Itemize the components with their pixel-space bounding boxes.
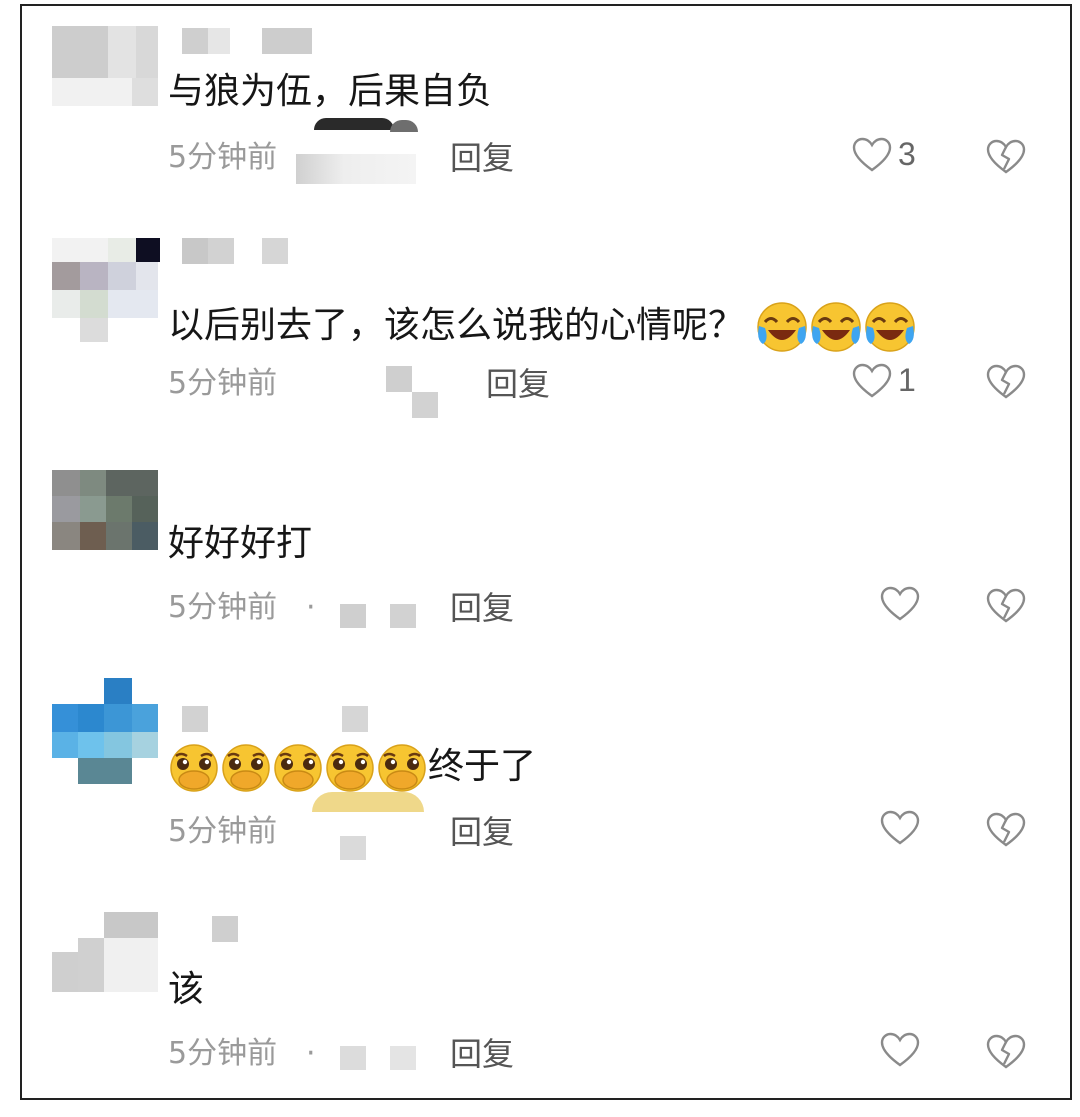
location-pixelated [386, 366, 412, 392]
broken-heart-icon [986, 1034, 1026, 1069]
like-button[interactable]: 3 [852, 136, 916, 173]
pleading-cover-mouth-emoji [222, 744, 270, 792]
comment-text: 终于了 [168, 742, 536, 794]
avatar[interactable] [52, 238, 160, 342]
like-button[interactable]: 1 [852, 362, 916, 399]
broken-heart-icon [986, 364, 1026, 399]
comment-text: 以后别去了，该怎么说我的心情呢？ [168, 300, 917, 354]
meta-separator: · [306, 590, 316, 625]
dislike-button[interactable] [986, 588, 1026, 628]
comment-text: 好好好打 [168, 523, 313, 564]
broken-heart-icon [986, 588, 1026, 623]
heart-outline-icon [852, 137, 892, 171]
location-pixelated [340, 836, 366, 860]
laugh-cry-emoji [865, 302, 916, 352]
comment-text: 与狼为伍，后果自负 [168, 71, 493, 112]
blurred-overlay [390, 120, 418, 132]
comment-time: 5分钟前 [168, 140, 278, 175]
like-button[interactable] [880, 586, 926, 622]
reply-button[interactable]: 回复 [450, 140, 514, 176]
reply-button[interactable]: 回复 [450, 814, 514, 850]
location-pixelated [340, 1046, 366, 1070]
comment-list: 与狼为伍，后果自负 5分钟前 回复 3 以后别去了，该怎么说我的心情呢？ 5分钟… [20, 4, 1072, 1100]
heart-outline-icon [880, 586, 920, 621]
location-pixelated [340, 604, 366, 628]
heart-outline-icon [880, 1032, 920, 1067]
pleading-cover-mouth-emoji [274, 744, 322, 792]
dislike-button[interactable] [986, 139, 1026, 179]
dislike-button[interactable] [986, 1034, 1026, 1074]
pleading-cover-mouth-emoji [378, 744, 426, 792]
avatar[interactable] [52, 678, 158, 784]
dislike-button[interactable] [986, 812, 1026, 852]
comment-time: 5分钟前 [168, 1036, 278, 1071]
like-button[interactable] [880, 810, 926, 846]
comment-text: 该 [168, 969, 205, 1010]
reply-button[interactable]: 回复 [486, 366, 550, 402]
like-button[interactable] [880, 1032, 926, 1068]
dislike-button[interactable] [986, 364, 1026, 404]
like-count: 1 [898, 362, 916, 398]
laugh-cry-emoji [757, 302, 808, 352]
meta-separator: · [306, 1036, 316, 1071]
reply-button[interactable]: 回复 [450, 590, 514, 626]
avatar[interactable] [52, 912, 158, 992]
avatar[interactable] [52, 26, 158, 106]
laugh-cry-emoji [811, 302, 862, 352]
location-pixelated [412, 392, 438, 418]
blurred-overlay [314, 118, 394, 130]
avatar[interactable] [52, 470, 158, 550]
heart-outline-icon [880, 810, 920, 845]
comment-time: 5分钟前 [168, 814, 278, 849]
broken-heart-icon [986, 139, 1026, 174]
reply-button[interactable]: 回复 [450, 1036, 514, 1072]
comment-time: 5分钟前 [168, 366, 278, 401]
comment-text-content: 终于了 [428, 746, 537, 787]
like-count: 3 [898, 136, 916, 172]
location-pixelated [390, 1046, 416, 1070]
heart-outline-icon [852, 363, 892, 397]
broken-heart-icon [986, 812, 1026, 847]
pleading-cover-mouth-emoji [326, 744, 374, 792]
comment-time: 5分钟前 [168, 590, 278, 625]
location-pixelated [390, 604, 416, 628]
comment-text-content: 以后别去了，该怎么说我的心情呢？ [168, 305, 745, 346]
location-pixelated [296, 154, 416, 184]
blurred-overlay [312, 792, 424, 812]
pleading-cover-mouth-emoji [170, 744, 218, 792]
